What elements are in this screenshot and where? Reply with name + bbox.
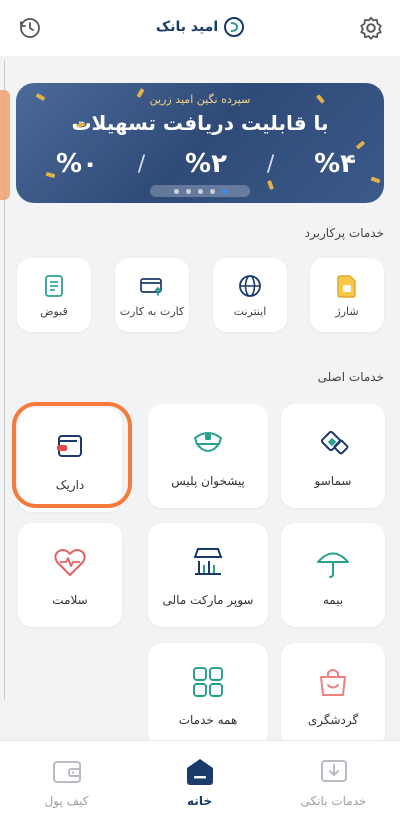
app-header: امید بانک xyxy=(0,0,400,56)
bottom-navigation: خدمات بانکی خانه کیف پول xyxy=(0,740,400,821)
service-label: سوپر مارکت مالی xyxy=(162,593,254,607)
omid-bank-logo-icon xyxy=(224,17,245,37)
service-label: سماسو xyxy=(314,474,352,488)
heart-pulse-icon xyxy=(54,549,86,576)
service-charge[interactable]: شارژ xyxy=(310,258,384,332)
nav-label: کیف پول xyxy=(44,793,89,808)
main-services-title: خدمات اصلی xyxy=(317,370,384,384)
service-label: بیمه xyxy=(322,593,344,607)
service-card-to-card[interactable]: کارت به کارت xyxy=(115,258,189,332)
service-bills[interactable]: قبوض xyxy=(17,258,91,332)
banking-services-icon xyxy=(320,759,347,782)
pagination-dot[interactable] xyxy=(209,188,215,194)
gear-icon[interactable] xyxy=(358,15,384,41)
banner-rates: %۴ / %۲ / %۰ xyxy=(56,149,356,179)
bill-icon xyxy=(45,274,63,297)
rate-3: %۰ xyxy=(56,149,98,179)
service-label: گردشگری xyxy=(307,713,359,727)
app-logo: امید بانک xyxy=(150,14,250,40)
home-icon xyxy=(186,758,213,785)
service-tourism[interactable]: گردشگری xyxy=(281,643,385,747)
history-icon[interactable] xyxy=(18,16,42,40)
grid-icon xyxy=(193,667,223,697)
umbrella-icon xyxy=(317,552,349,578)
service-label: کارت به کارت xyxy=(119,304,185,318)
samaso-icon xyxy=(320,430,349,455)
banner-title: با قابلیت دریافت تسهیلات xyxy=(71,111,329,135)
app-name: امید بانک xyxy=(155,19,219,35)
nav-home[interactable]: خانه xyxy=(133,741,266,821)
rate-1: %۴ xyxy=(314,149,356,179)
card-transfer-icon xyxy=(140,277,162,296)
pagination-dot[interactable] xyxy=(197,188,203,194)
service-health[interactable]: سلامت xyxy=(18,523,122,627)
service-insurance[interactable]: بیمه xyxy=(281,523,385,627)
service-internet[interactable]: اینترنت xyxy=(213,258,287,332)
service-financial-market[interactable]: سوپر مارکت مالی xyxy=(148,523,268,627)
pagination-dot[interactable] xyxy=(185,188,191,194)
service-label: اینترنت xyxy=(233,304,267,318)
service-label: شارژ xyxy=(335,304,359,318)
bag-icon xyxy=(320,669,346,696)
service-samaso[interactable]: سماسو xyxy=(281,404,385,508)
service-all[interactable]: همه خدمات xyxy=(148,643,268,747)
nav-label: خدمات بانکی xyxy=(300,793,367,808)
nav-banking-services[interactable]: خدمات بانکی xyxy=(267,741,400,821)
service-label: همه خدمات xyxy=(178,713,238,727)
pagination-dot-active[interactable] xyxy=(221,188,227,194)
market-icon xyxy=(193,548,223,575)
wallet-nav-icon xyxy=(52,760,81,783)
police-cap-icon xyxy=(194,432,222,452)
rate-separator: / xyxy=(266,151,275,177)
globe-icon xyxy=(239,274,261,297)
selected-highlight xyxy=(12,402,132,508)
banner-pagination xyxy=(150,185,250,197)
rate-separator: / xyxy=(137,151,146,177)
sim-card-icon xyxy=(337,274,356,298)
nav-label: خانه xyxy=(187,793,212,808)
quick-services-title: خدمات پرکاربرد xyxy=(304,226,384,240)
service-label: قبوض xyxy=(40,304,68,318)
pagination-dot[interactable] xyxy=(173,188,179,194)
service-label: سلامت xyxy=(52,593,88,607)
nav-wallet[interactable]: کیف پول xyxy=(0,741,133,821)
banner-subtitle: سپرده نگین امید زرین xyxy=(149,93,251,106)
service-label: پیشخوان پلیس xyxy=(171,474,245,488)
rate-2: %۲ xyxy=(185,149,227,179)
scroll-handle[interactable] xyxy=(0,90,10,200)
service-police[interactable]: پیشخوان پلیس xyxy=(148,404,268,508)
